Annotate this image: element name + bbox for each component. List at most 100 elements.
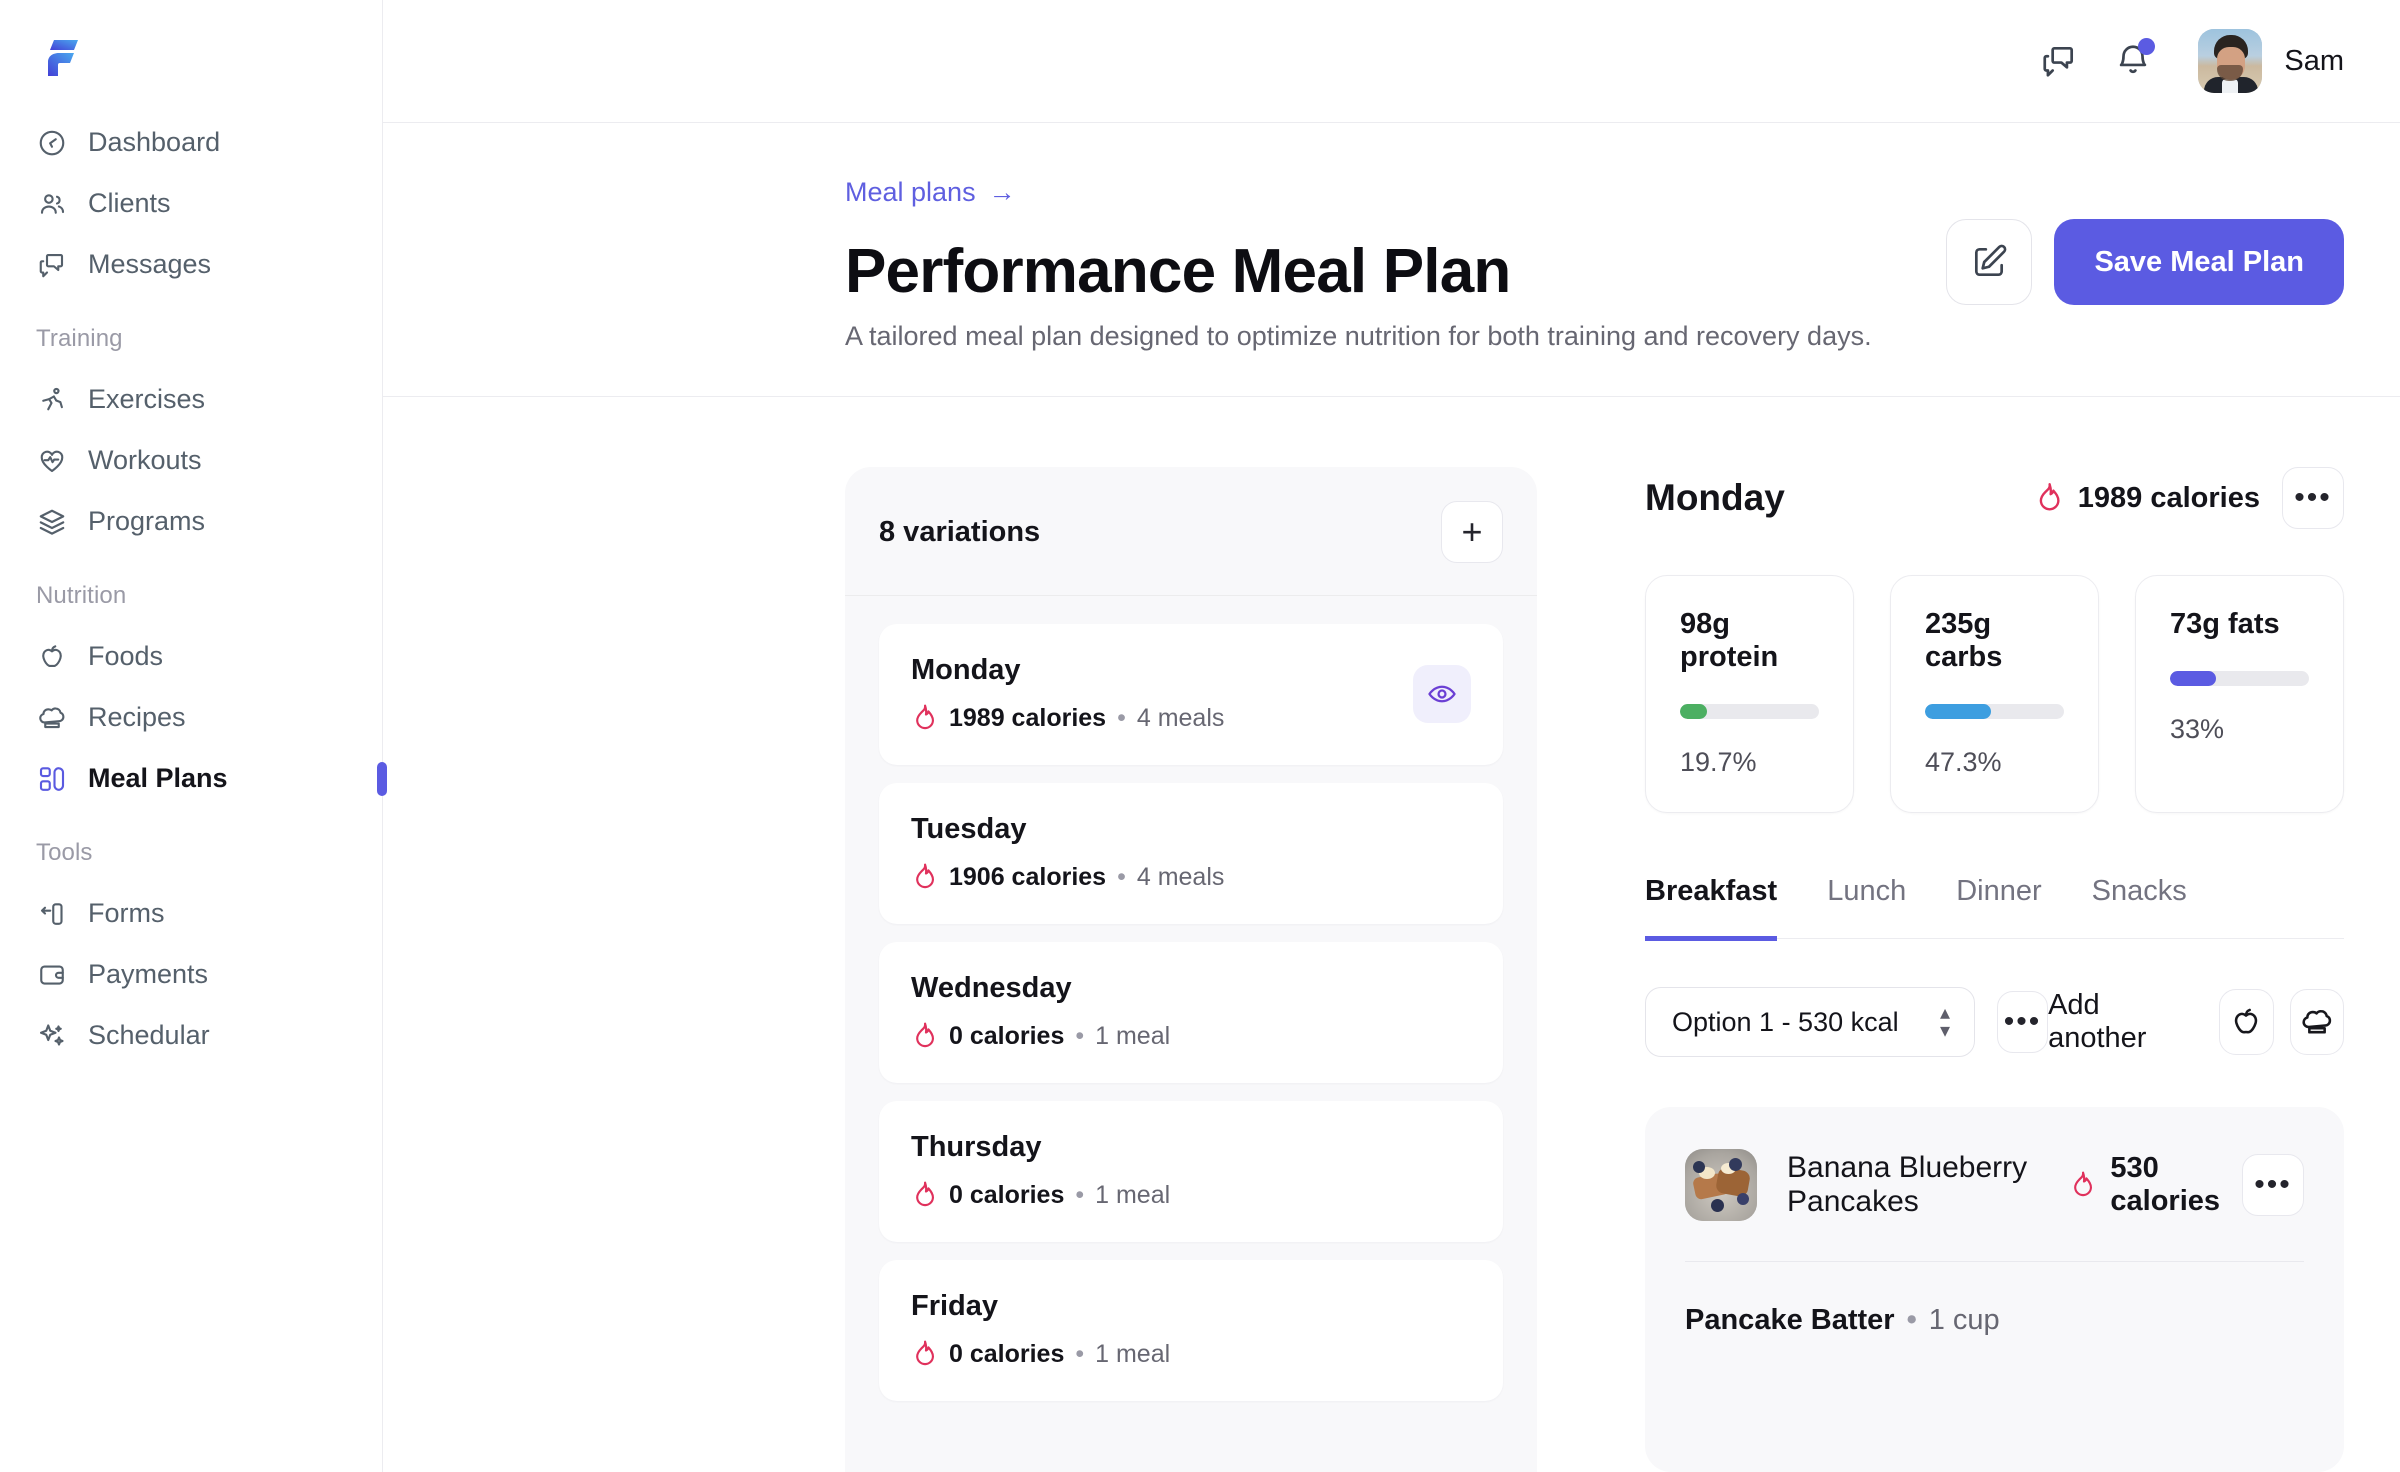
sidebar: Dashboard Clients Messages Training Exercise…	[0, 0, 387, 1472]
clients-icon	[36, 188, 68, 220]
day-more-button[interactable]: •••	[2282, 467, 2344, 529]
variation-day: Wednesday	[911, 972, 1072, 1004]
macro-percent: 47.3%	[1925, 747, 2002, 777]
variations-list: Monday 1989 calories • 4 meals Tuesday 1906 c…	[845, 596, 1537, 1472]
sidebar-item-clients[interactable]: Clients	[0, 173, 382, 234]
sidebar-group: Nutrition Foods Recipes Meal Plans	[0, 582, 387, 809]
sidebar-item-label: Meal Plans	[88, 763, 228, 793]
day-detail-panel: Monday 1989 calories ••• 98g protein 19.…	[1537, 467, 2344, 1472]
logo-container[interactable]	[0, 26, 382, 98]
flame-icon	[911, 862, 938, 892]
sidebar-item-label: Foods	[88, 641, 164, 671]
sidebar-item-exercises[interactable]: Exercises	[0, 369, 382, 430]
chef-hat-icon	[36, 702, 68, 734]
add-recipe-button[interactable]	[2289, 989, 2344, 1055]
save-meal-plan-button[interactable]: Save Meal Plan	[2054, 219, 2344, 305]
variation-card[interactable]: Monday 1989 calories • 4 meals	[879, 624, 1503, 765]
macro-title: 73g fats	[2170, 608, 2280, 640]
sidebar-group-label: Tools	[36, 839, 93, 866]
breadcrumb[interactable]: Meal plans →	[845, 177, 1016, 208]
breadcrumb-label: Meal plans	[845, 177, 976, 207]
variation-calories: 0 calories	[949, 1021, 1065, 1050]
flame-icon	[2069, 1170, 2096, 1200]
tab-lunch[interactable]: Lunch	[1827, 875, 1906, 941]
macro-progress-track	[1925, 704, 2064, 719]
variation-day: Friday	[911, 1290, 999, 1322]
running-icon	[36, 384, 68, 416]
heart-pulse-icon	[36, 445, 68, 477]
day-detail-header: Monday 1989 calories •••	[1645, 467, 2344, 529]
add-variation-button[interactable]: +	[1441, 501, 1503, 563]
sidebar-item-payments[interactable]: Payments	[0, 944, 382, 1005]
add-food-button[interactable]	[2219, 989, 2274, 1055]
variation-info: Tuesday 1906 calories • 4 meals	[911, 813, 1224, 892]
macro-title: 235g carbs	[1925, 608, 2003, 673]
sidebar-item-label: Dashboard	[88, 127, 221, 157]
variation-card[interactable]: Wednesday 0 calories • 1 meal	[879, 942, 1503, 1083]
sidebar-item-schedular[interactable]: Schedular	[0, 1005, 382, 1066]
variation-card[interactable]: Friday 0 calories • 1 meal	[879, 1260, 1503, 1401]
sidebar-item-label: Recipes	[88, 702, 186, 732]
option-more-button[interactable]: •••	[1997, 991, 2049, 1053]
meal-item-more-button[interactable]: •••	[2242, 1154, 2304, 1216]
ingredient-quantity: 1 cup	[1928, 1304, 2000, 1336]
macro-percent: 19.7%	[1680, 747, 1757, 777]
sidebar-item-programs[interactable]: Programs	[0, 491, 382, 552]
variation-day: Monday	[911, 654, 1021, 686]
sidebar-group: Tools Forms Payments Schedular	[0, 839, 382, 1066]
meal-plan-icon	[36, 763, 68, 795]
sidebar-item-messages[interactable]: Messages	[0, 234, 382, 295]
variation-meals: 4 meals	[1136, 703, 1225, 732]
tab-dinner[interactable]: Dinner	[1956, 875, 2041, 941]
sidebar-item-forms[interactable]: Forms	[0, 883, 382, 944]
variation-card[interactable]: Thursday 0 calories • 1 meal	[879, 1101, 1503, 1242]
preview-variation-button[interactable]	[1413, 664, 1471, 723]
sidebar-item-meal-plans[interactable]: Meal Plans	[0, 748, 387, 809]
sidebar-item-workouts[interactable]: Workouts	[0, 430, 382, 491]
sidebar-item-label: Messages	[88, 249, 212, 279]
tab-snacks[interactable]: Snacks	[2092, 875, 2187, 941]
avatar[interactable]	[2198, 29, 2263, 93]
sidebar-item-label: Payments	[88, 959, 209, 989]
sidebar-item-label: Schedular	[88, 1020, 210, 1050]
chat-icon[interactable]	[2022, 30, 2096, 92]
sidebar-item-label: Workouts	[88, 445, 202, 475]
tab-breakfast[interactable]: Breakfast	[1645, 875, 1778, 941]
edit-button[interactable]	[1946, 219, 2033, 305]
option-select-value: Option 1 - 530 kcal	[1672, 1006, 1899, 1037]
macro-title: 98g protein	[1680, 608, 1779, 673]
macros-row: 98g protein 19.7% 235g carbs 47.3% 73g fats 3…	[1645, 575, 2344, 813]
macro-progress-fill	[1925, 704, 1991, 719]
variation-card[interactable]: Tuesday 1906 calories • 4 meals	[879, 783, 1503, 924]
dashboard-icon	[36, 127, 68, 159]
bell-icon[interactable]	[2096, 30, 2170, 92]
page-header: Meal plans → Performance Meal Plan A tai…	[383, 123, 2400, 397]
pancakes-thumbnail	[1685, 1149, 1757, 1221]
chevron-updown-icon: ▴ ▾	[1939, 1002, 1950, 1042]
variation-info: Friday 0 calories • 1 meal	[911, 1290, 1170, 1369]
macro-progress-fill	[2170, 671, 2216, 686]
flame-icon	[911, 1339, 938, 1369]
variation-info: Thursday 0 calories • 1 meal	[911, 1131, 1170, 1210]
option-select[interactable]: Option 1 - 530 kcal ▴ ▾	[1645, 987, 1975, 1057]
sidebar-group-label: Nutrition	[36, 582, 127, 609]
active-indicator	[377, 762, 387, 796]
sidebar-item-recipes[interactable]: Recipes	[0, 687, 382, 748]
sidebar-item-dashboard[interactable]: Dashboard	[0, 112, 382, 173]
sidebar-item-foods[interactable]: Foods	[0, 626, 382, 687]
flame-icon	[911, 1021, 938, 1051]
edit-pencil-icon	[1975, 244, 2007, 277]
day-calories-label: 1989 calories	[2077, 481, 2260, 514]
detail-day-title: Monday	[1645, 477, 1785, 518]
main-area: Sam Meal plans → Performance Meal Plan A…	[383, 0, 2400, 1472]
sidebar-item-label: Clients	[88, 188, 171, 218]
variation-meta: 0 calories • 1 meal	[911, 1339, 1170, 1369]
meal-item-name: Banana Blueberry Pancakes	[1787, 1151, 2028, 1218]
page-header-text: Meal plans → Performance Meal Plan A tai…	[845, 177, 1872, 352]
form-icon	[36, 898, 68, 930]
layers-icon	[36, 506, 68, 538]
meal-item-card: Banana Blueberry Pancakes 530 calories •…	[1645, 1107, 2344, 1472]
arrow-right-icon: →	[988, 177, 1016, 207]
variation-meals: 1 meal	[1095, 1180, 1171, 1209]
chef-hat-icon	[2302, 1009, 2331, 1034]
